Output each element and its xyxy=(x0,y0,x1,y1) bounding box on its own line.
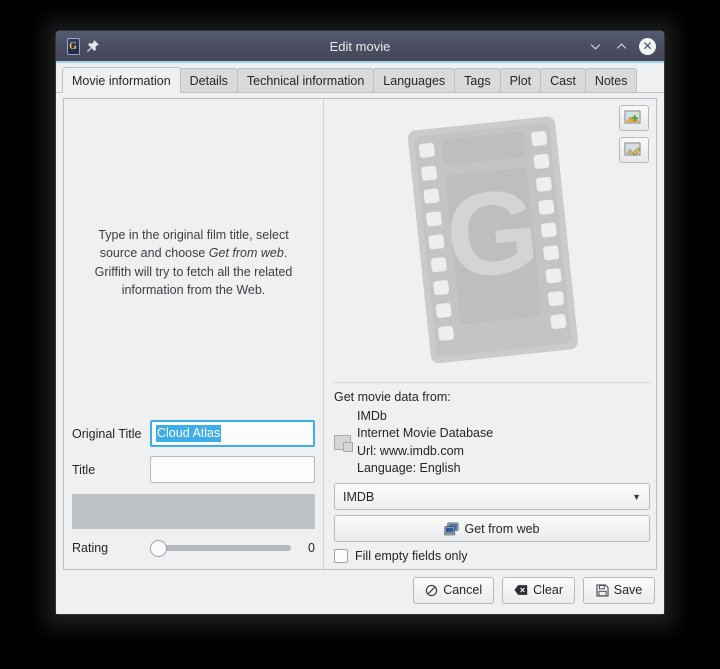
rating-row: Rating 0 xyxy=(72,539,315,561)
original-title-input[interactable]: Cloud Atlas xyxy=(150,420,315,447)
chevron-down-icon: ▼ xyxy=(632,492,641,502)
save-button[interactable]: Save xyxy=(583,577,655,604)
plugin-icon xyxy=(334,435,351,450)
add-image-icon[interactable] xyxy=(619,105,649,131)
instruction-text: Type in the original film title, select … xyxy=(72,226,315,299)
clear-icon xyxy=(514,584,528,596)
tab-content-area: Type in the original film title, select … xyxy=(56,93,664,570)
clear-button[interactable]: Clear xyxy=(502,577,575,604)
source-heading: Get movie data from: xyxy=(334,390,650,404)
title-label: Title xyxy=(72,463,150,477)
tab-label: Plot xyxy=(510,74,532,88)
save-label: Save xyxy=(614,583,643,597)
cancel-icon xyxy=(425,584,438,597)
rating-slider-track xyxy=(158,545,291,551)
hint-emphasis: Get from web xyxy=(209,246,284,260)
cancel-button[interactable]: Cancel xyxy=(413,577,494,604)
clear-label: Clear xyxy=(533,583,563,597)
source-description: Internet Movie Database xyxy=(357,425,493,442)
app-badge-letter: G xyxy=(67,38,80,55)
cancel-label: Cancel xyxy=(443,583,482,597)
window-controls: ✕ xyxy=(587,31,656,61)
tab-tags[interactable]: Tags xyxy=(454,68,500,93)
left-pane: Type in the original film title, select … xyxy=(64,99,324,569)
original-title-label: Original Title xyxy=(72,427,150,441)
checkbox-box[interactable] xyxy=(334,549,348,563)
rating-slider-handle[interactable] xyxy=(150,540,167,557)
tab-label: Movie information xyxy=(72,74,171,88)
poster-area[interactable]: G xyxy=(334,104,650,382)
pin-icon[interactable] xyxy=(83,36,103,56)
image-tools xyxy=(619,105,649,163)
close-icon[interactable]: ✕ xyxy=(639,38,656,55)
source-url: Url: www.imdb.com xyxy=(357,443,493,460)
source-block: Get movie data from: IMDb Internet Movie… xyxy=(334,382,650,563)
tab-movie-information[interactable]: Movie information xyxy=(62,67,181,93)
original-title-row: Original Title Cloud Atlas xyxy=(72,420,315,447)
tab-label: Notes xyxy=(595,74,628,88)
get-from-web-label: Get from web xyxy=(464,522,539,536)
griffith-logo-icon: G xyxy=(63,36,83,56)
network-computer-icon xyxy=(444,522,459,536)
tab-label: Cast xyxy=(550,74,576,88)
tab-cast[interactable]: Cast xyxy=(540,68,586,93)
get-from-web-button[interactable]: Get from web xyxy=(334,515,650,542)
window-titlebar[interactable]: G Edit movie ✕ xyxy=(56,31,664,63)
source-details: IMDb Internet Movie Database Url: www.im… xyxy=(357,408,493,477)
tab-technical-information[interactable]: Technical information xyxy=(237,68,374,93)
rating-label: Rating xyxy=(72,541,150,555)
tab-label: Details xyxy=(190,74,228,88)
tab-label: Languages xyxy=(383,74,445,88)
right-pane: G Get movie data from: IMDb Internet Mov… xyxy=(324,99,656,569)
source-select-value: IMDB xyxy=(343,490,374,504)
image-preview-placeholder xyxy=(72,494,315,529)
dialog-footer: Cancel Clear Save xyxy=(56,570,664,614)
tab-label: Tags xyxy=(464,74,490,88)
close-glyph: ✕ xyxy=(642,40,652,52)
save-floppy-icon xyxy=(596,584,609,597)
tab-plot[interactable]: Plot xyxy=(500,68,542,93)
tab-label: Technical information xyxy=(247,74,364,88)
chevron-down-icon[interactable] xyxy=(587,38,604,55)
source-language: Language: English xyxy=(357,460,493,477)
hint-container: Type in the original film title, select … xyxy=(72,105,315,420)
fill-empty-fields-label: Fill empty fields only xyxy=(355,549,468,563)
tab-languages[interactable]: Languages xyxy=(373,68,455,93)
desktop-background: G Edit movie ✕ xyxy=(0,0,720,669)
edit-image-icon[interactable] xyxy=(619,137,649,163)
rating-value: 0 xyxy=(291,541,315,555)
rating-slider[interactable] xyxy=(150,539,291,557)
tab-details[interactable]: Details xyxy=(180,68,238,93)
original-title-value: Cloud Atlas xyxy=(156,425,221,442)
chevron-up-icon[interactable] xyxy=(613,38,630,55)
window-title: Edit movie xyxy=(56,39,664,54)
fill-empty-fields-checkbox[interactable]: Fill empty fields only xyxy=(334,549,650,563)
film-strip-placeholder-icon: G xyxy=(385,109,600,371)
source-info-row: IMDb Internet Movie Database Url: www.im… xyxy=(334,408,650,477)
title-input[interactable] xyxy=(150,456,315,483)
movie-information-panel: Type in the original film title, select … xyxy=(63,98,657,570)
edit-movie-window: G Edit movie ✕ xyxy=(55,30,665,615)
title-row: Title xyxy=(72,456,315,483)
svg-text:G: G xyxy=(439,163,544,304)
tab-bar: Movie information Details Technical info… xyxy=(56,63,664,93)
source-select[interactable]: IMDB ▼ xyxy=(334,483,650,510)
tab-notes[interactable]: Notes xyxy=(585,68,638,93)
source-name: IMDb xyxy=(357,408,493,425)
